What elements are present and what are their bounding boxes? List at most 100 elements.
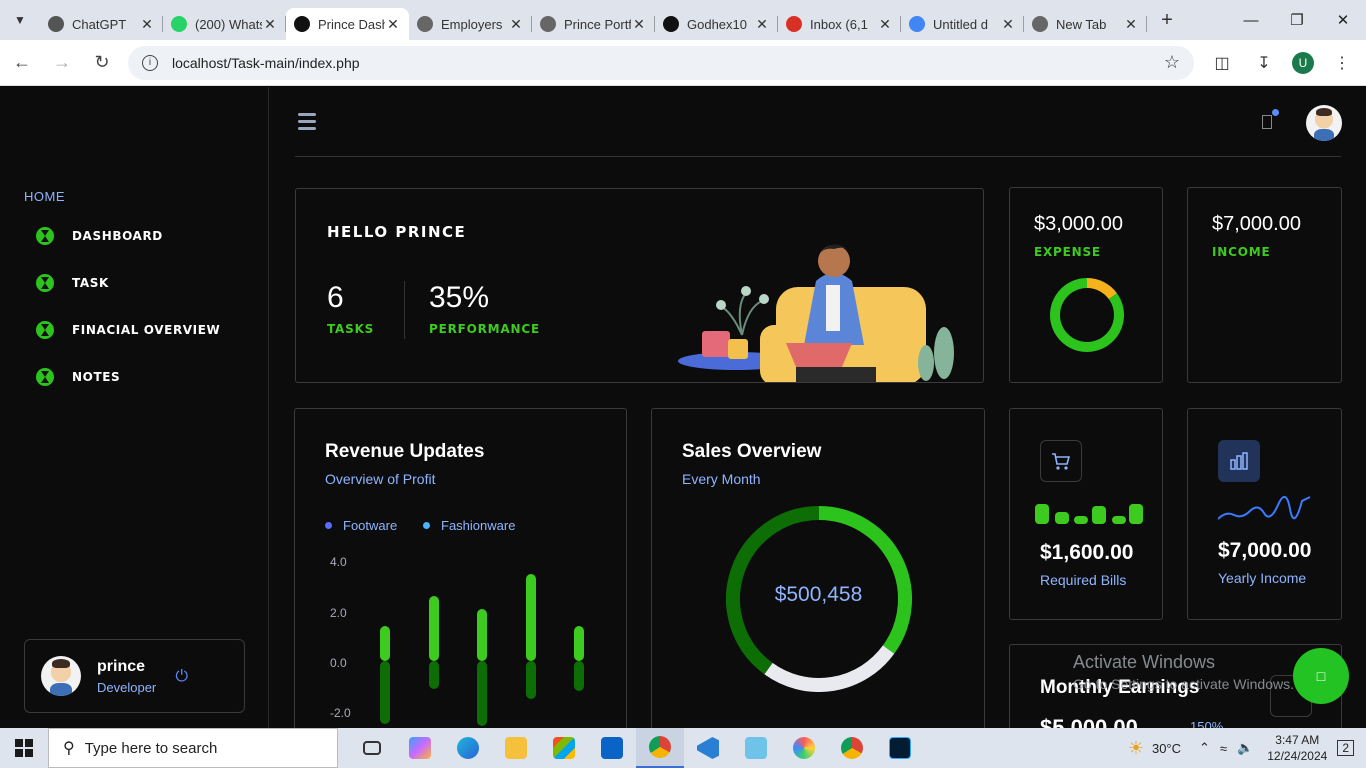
hourglass-icon xyxy=(36,368,54,386)
user-profile-card[interactable]: prince Developer ⏻ xyxy=(24,639,245,713)
revenue-bar-fashionware xyxy=(428,661,439,689)
bills-value: $1,600.00 xyxy=(1040,541,1134,564)
menu-kebab-icon[interactable]: ⋮ xyxy=(1328,49,1356,77)
edge-icon[interactable] xyxy=(444,728,492,768)
sidebar-item-task[interactable]: TASK xyxy=(36,274,109,292)
forward-button[interactable]: → xyxy=(44,45,80,81)
browser-tab[interactable]: Untitled d ✕ xyxy=(901,8,1024,40)
sidebar-item-label: FINACIAL OVERVIEW xyxy=(72,323,221,337)
task-view-icon[interactable] xyxy=(348,728,396,768)
minimize-button[interactable]: — xyxy=(1228,0,1274,40)
sidebar-item-label: TASK xyxy=(72,276,109,290)
start-button[interactable] xyxy=(0,728,48,768)
site-info-icon[interactable]: i xyxy=(142,54,158,71)
header-avatar[interactable] xyxy=(1306,105,1342,141)
notification-icon[interactable] xyxy=(1262,115,1272,129)
power-icon[interactable]: ⏻ xyxy=(175,668,188,686)
chrome-icon[interactable] xyxy=(636,728,684,768)
revenue-bar-footware xyxy=(525,573,536,661)
sidebar-item-financial-overview[interactable]: FINACIAL OVERVIEW xyxy=(36,321,220,339)
yearly-income-card: $7,000.00 Yearly Income xyxy=(1187,408,1342,620)
downloads-icon[interactable]: ↧ xyxy=(1250,49,1278,77)
wifi-icon[interactable]: ≈ xyxy=(1220,741,1227,756)
back-button[interactable]: ← xyxy=(4,45,40,81)
tab-title: New Tab xyxy=(1056,16,1107,32)
revenue-bar-fashionware xyxy=(574,661,584,691)
legend-dot xyxy=(423,522,430,529)
windows-logo-icon xyxy=(15,739,33,757)
close-tab-icon[interactable]: ✕ xyxy=(385,16,401,33)
yearly-sparkline xyxy=(1218,496,1311,520)
file-explorer-icon[interactable] xyxy=(492,728,540,768)
browser-tab[interactable]: Prince Portfolio✕ xyxy=(532,8,655,40)
close-tab-icon[interactable]: ✕ xyxy=(508,16,524,33)
window-controls: — ❐ ✕ xyxy=(1228,0,1366,40)
extensions-icon[interactable]: ◫ xyxy=(1208,49,1236,77)
copilot-icon[interactable] xyxy=(396,728,444,768)
close-tab-icon[interactable]: ✕ xyxy=(877,16,893,33)
user-role: Developer xyxy=(97,679,157,695)
notepad-icon[interactable] xyxy=(732,728,780,768)
chat-fab-button[interactable]: □ xyxy=(1293,648,1349,704)
reload-button[interactable]: ↻ xyxy=(84,45,120,81)
legend-footware: Footware xyxy=(325,518,397,533)
legend-label: Footware xyxy=(343,518,398,533)
mini-bar xyxy=(1129,504,1143,524)
donut-slice xyxy=(818,506,912,654)
chrome-icon-2[interactable] xyxy=(828,728,876,768)
clock[interactable]: 3:47 AM 12/24/2024 xyxy=(1267,732,1327,764)
performance-value: 35% xyxy=(429,281,490,314)
sales-subtitle: Every Month xyxy=(682,471,761,487)
mini-bar xyxy=(1035,504,1049,524)
mini-bar xyxy=(1112,516,1126,524)
vscode-icon[interactable] xyxy=(684,728,732,768)
earnings-value: $5,000.00 xyxy=(1040,715,1138,728)
store-icon[interactable] xyxy=(540,728,588,768)
browser-tab[interactable]: ChatGPT ✕ xyxy=(40,8,163,40)
paint-icon[interactable] xyxy=(780,728,828,768)
restore-button[interactable]: ❐ xyxy=(1274,0,1320,40)
weather-icon[interactable]: ☀ xyxy=(1128,738,1144,759)
revenue-title: Revenue Updates xyxy=(325,441,485,462)
favicon-icon xyxy=(48,16,64,32)
revenue-bar-footware xyxy=(428,596,439,661)
toolbar-icons: ◫ ↧ U ⋮ xyxy=(1208,49,1356,77)
notification-center-icon[interactable]: 2 xyxy=(1337,740,1354,756)
browser-tab[interactable]: Employers ✕ xyxy=(409,8,532,40)
speaker-icon[interactable]: 🔈 xyxy=(1237,740,1253,756)
browser-tab[interactable]: Prince Dashboard✕ xyxy=(286,8,409,40)
sidebar-item-dashboard[interactable]: DASHBOARD xyxy=(36,227,163,245)
tab-search-button[interactable]: ▼ xyxy=(0,0,40,40)
outlook-icon[interactable] xyxy=(588,728,636,768)
favicon-icon xyxy=(294,16,310,32)
expense-donut-chart xyxy=(1050,278,1124,352)
taskbar-search[interactable]: ⚲ Type here to search xyxy=(48,728,338,768)
hamburger-menu-icon[interactable] xyxy=(298,113,316,130)
close-tab-icon[interactable]: ✕ xyxy=(754,16,770,33)
browser-tab[interactable]: New Tab ✕ xyxy=(1024,8,1147,40)
close-tab-icon[interactable]: ✕ xyxy=(1000,16,1016,33)
favicon-icon xyxy=(786,16,802,32)
new-tab-button[interactable]: + xyxy=(1151,4,1183,36)
clock-date: 12/24/2024 xyxy=(1267,749,1328,763)
close-window-button[interactable]: ✕ xyxy=(1320,0,1366,40)
close-tab-icon[interactable]: ✕ xyxy=(1123,16,1139,33)
browser-tab[interactable]: Godhex10 ✕ xyxy=(655,8,778,40)
close-tab-icon[interactable]: ✕ xyxy=(139,16,155,33)
omnibox[interactable]: i localhost/Task-main/index.php ☆ xyxy=(128,45,1194,80)
close-tab-icon[interactable]: ✕ xyxy=(631,16,647,33)
bookmark-star-icon[interactable]: ☆ xyxy=(1164,52,1180,73)
profile-avatar[interactable]: U xyxy=(1292,51,1314,74)
browser-tab[interactable]: Inbox (6,1 ✕ xyxy=(778,8,901,40)
income-label: INCOME xyxy=(1212,245,1271,259)
expense-label: EXPENSE xyxy=(1034,245,1101,259)
url-text[interactable]: localhost/Task-main/index.php xyxy=(172,55,1164,71)
chevron-up-icon[interactable]: ⌃ xyxy=(1199,740,1210,756)
close-tab-icon[interactable]: ✕ xyxy=(262,16,278,33)
weather-temp[interactable]: 30°C xyxy=(1152,741,1181,756)
tab-title: Prince Dashboard xyxy=(318,16,385,32)
photoshop-icon[interactable] xyxy=(876,728,924,768)
revenue-bar-fashionware xyxy=(477,661,487,726)
browser-tab[interactable]: (200) WhatsApp✕ xyxy=(163,8,286,40)
sidebar-item-notes[interactable]: NOTES xyxy=(36,368,120,386)
